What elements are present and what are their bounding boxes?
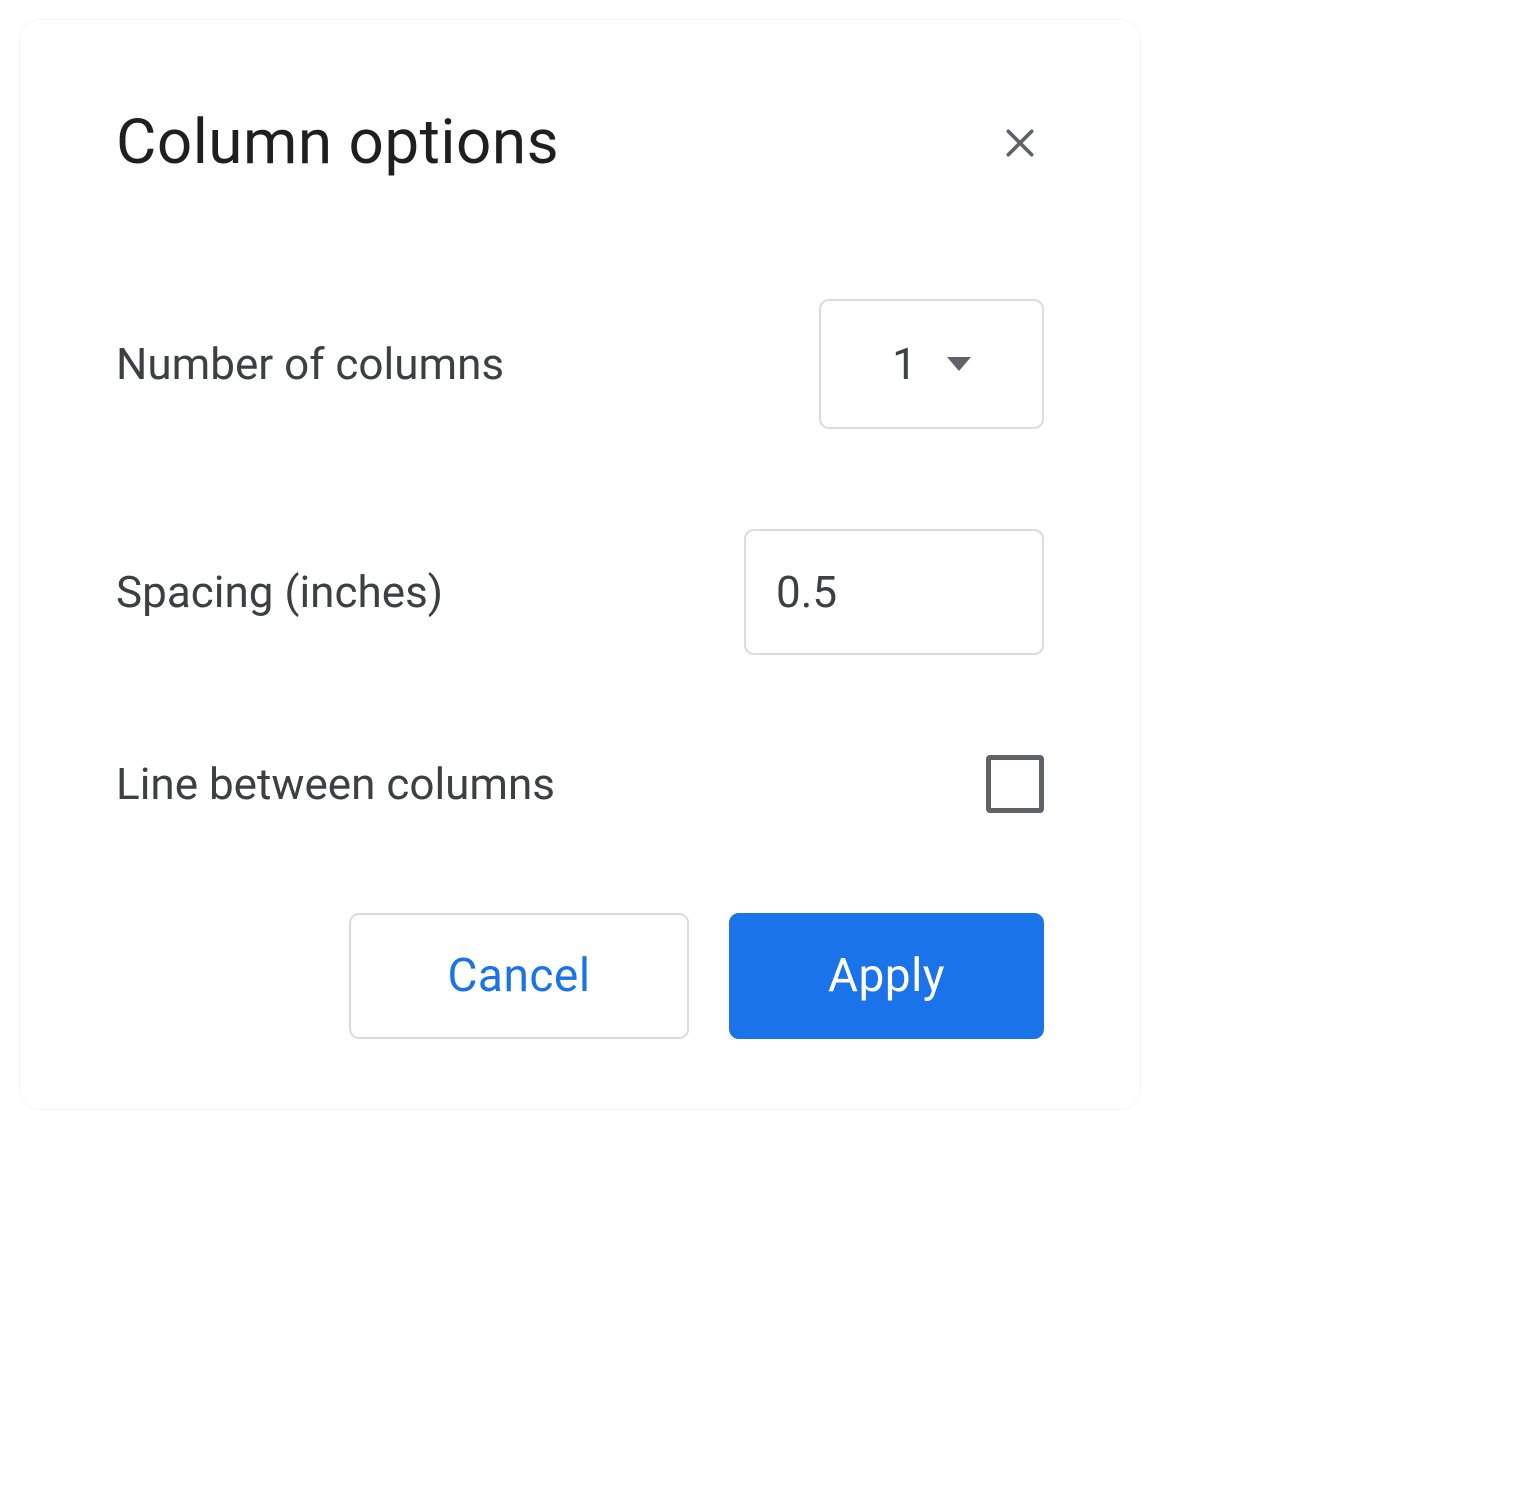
line-between-label: Line between columns [116, 758, 555, 810]
close-icon [1000, 123, 1040, 163]
line-between-checkbox-wrap [914, 755, 1044, 813]
close-button[interactable] [996, 119, 1044, 167]
number-of-columns-label: Number of columns [116, 338, 504, 390]
dialog-header: Column options [116, 106, 1044, 179]
dialog-title: Column options [116, 106, 559, 179]
dialog-buttons: Cancel Apply [116, 913, 1044, 1039]
cancel-button[interactable]: Cancel [349, 913, 689, 1039]
chevron-down-icon [947, 357, 971, 371]
spacing-input[interactable] [744, 529, 1044, 655]
column-options-dialog: Column options Number of columns 1 Spaci… [20, 20, 1140, 1109]
number-of-columns-select[interactable]: 1 [819, 299, 1044, 429]
number-of-columns-row: Number of columns 1 [116, 299, 1044, 429]
line-between-row: Line between columns [116, 755, 1044, 813]
apply-button[interactable]: Apply [729, 913, 1044, 1039]
line-between-checkbox[interactable] [986, 755, 1044, 813]
spacing-row: Spacing (inches) [116, 529, 1044, 655]
number-of-columns-value: 1 [892, 338, 917, 390]
spacing-label: Spacing (inches) [116, 566, 443, 618]
